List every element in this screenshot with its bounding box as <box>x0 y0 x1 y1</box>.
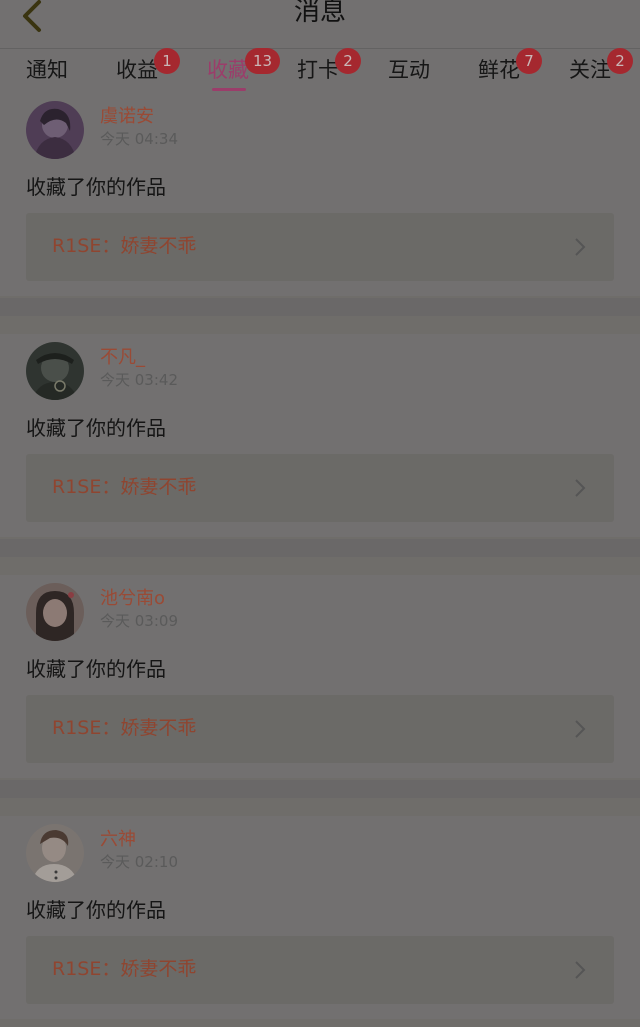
timestamp: 今天 03:09 <box>100 612 178 630</box>
chevron-right-icon <box>575 479 586 497</box>
tab-label: 收藏 <box>207 58 249 82</box>
chevron-right-icon <box>575 961 586 979</box>
divider <box>0 539 640 557</box>
chevron-right-icon <box>575 238 586 256</box>
divider <box>0 298 640 316</box>
work-title: R1SE：娇妻不乖 <box>52 717 197 739</box>
top-bar: 消息 <box>0 0 640 49</box>
message-card: 六神 今天 02:10 收藏了你的作品 R1SE：娇妻不乖 <box>0 816 640 1019</box>
tab-label: 互动 <box>388 58 430 82</box>
chevron-right-icon <box>575 720 586 738</box>
avatar[interactable] <box>26 583 84 641</box>
message-card: 池兮南o 今天 03:09 收藏了你的作品 R1SE：娇妻不乖 <box>0 575 640 778</box>
tab-label: 鲜花 <box>478 58 520 82</box>
action-text: 收藏了你的作品 <box>26 175 166 199</box>
count-badge: 2 <box>607 48 633 74</box>
page-title: 消息 <box>293 0 346 27</box>
work-link[interactable]: R1SE：娇妻不乖 <box>26 454 614 522</box>
work-link[interactable]: R1SE：娇妻不乖 <box>26 695 614 763</box>
tab-earnings[interactable]: 收益 1 <box>116 48 180 85</box>
tab-notifications[interactable]: 通知 <box>26 55 68 85</box>
tab-label: 打卡 <box>297 58 339 82</box>
message-card: 不凡_ 今天 03:42 收藏了你的作品 R1SE：娇妻不乖 <box>0 334 640 537</box>
tab-bar: 通知 收益 1 收藏 13 打卡 2 互动 鲜花 7 关注 2 <box>0 48 640 93</box>
work-title: R1SE：娇妻不乖 <box>52 476 197 498</box>
divider <box>0 780 640 798</box>
tab-checkin[interactable]: 打卡 2 <box>297 48 361 85</box>
avatar[interactable] <box>26 824 84 882</box>
username[interactable]: 池兮南o <box>100 587 165 611</box>
tab-interactions[interactable]: 互动 <box>388 55 430 85</box>
count-badge: 1 <box>154 48 180 74</box>
tab-label: 通知 <box>26 58 68 82</box>
work-link[interactable]: R1SE：娇妻不乖 <box>26 936 614 1004</box>
tab-label: 收益 <box>116 58 158 82</box>
action-text: 收藏了你的作品 <box>26 416 166 440</box>
tab-favorites[interactable]: 收藏 13 <box>207 48 281 85</box>
action-text: 收藏了你的作品 <box>26 657 166 681</box>
work-title: R1SE：娇妻不乖 <box>52 958 197 980</box>
work-title: R1SE：娇妻不乖 <box>52 235 197 257</box>
count-badge: 2 <box>335 48 361 74</box>
avatar[interactable] <box>26 342 84 400</box>
count-badge: 7 <box>516 48 542 74</box>
username[interactable]: 不凡_ <box>100 346 145 370</box>
message-card: 虞诺安 今天 04:34 收藏了你的作品 R1SE：娇妻不乖 <box>0 93 640 296</box>
avatar[interactable] <box>26 101 84 159</box>
username[interactable]: 六神 <box>100 828 136 852</box>
timestamp: 今天 04:34 <box>100 130 178 148</box>
work-link[interactable]: R1SE：娇妻不乖 <box>26 213 614 281</box>
tab-label: 关注 <box>569 58 611 82</box>
action-text: 收藏了你的作品 <box>26 898 166 922</box>
username[interactable]: 虞诺安 <box>100 105 154 129</box>
tab-flowers[interactable]: 鲜花 7 <box>478 48 542 85</box>
active-tab-indicator <box>212 88 246 91</box>
timestamp: 今天 03:42 <box>100 371 178 389</box>
tab-follows[interactable]: 关注 2 <box>569 48 633 85</box>
count-badge: 13 <box>245 48 281 74</box>
timestamp: 今天 02:10 <box>100 853 178 871</box>
